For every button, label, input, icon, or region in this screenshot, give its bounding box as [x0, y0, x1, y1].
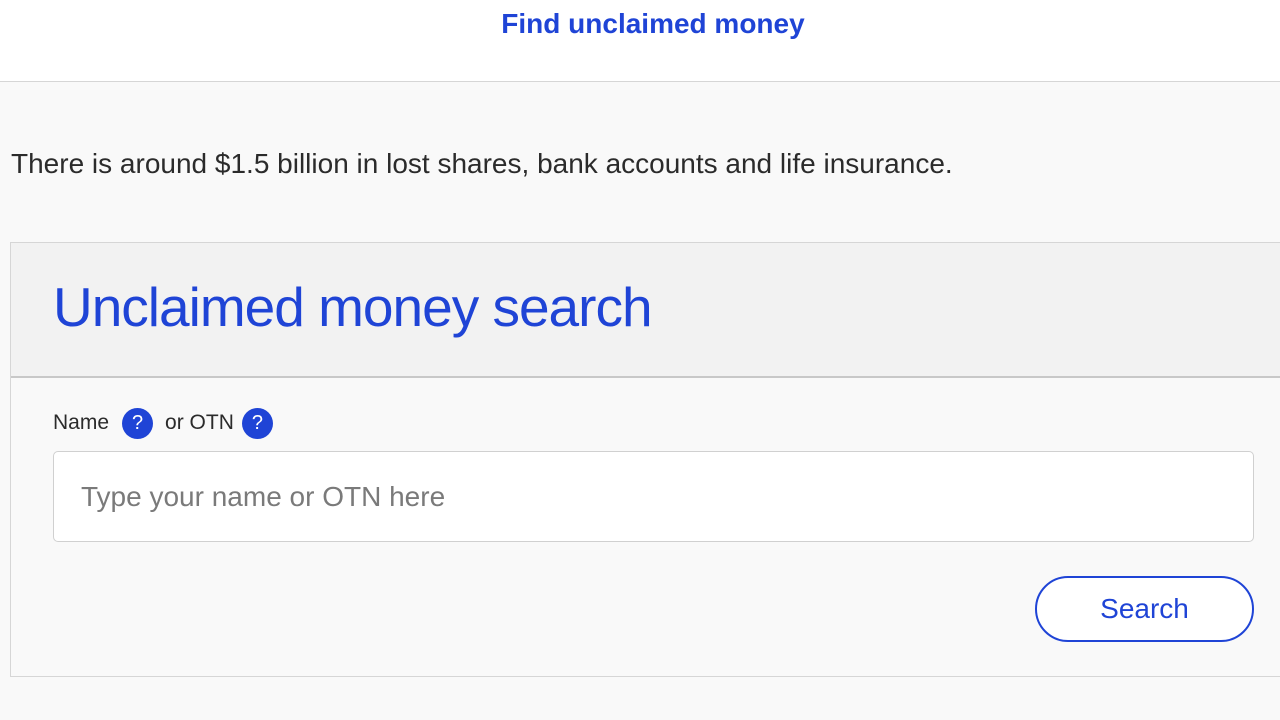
name-label: Name	[53, 411, 110, 434]
search-panel-title: Unclaimed money search	[53, 276, 653, 338]
search-panel-header: Unclaimed money search	[11, 243, 1280, 378]
search-panel: Unclaimed money search Name ? or OTN ? S…	[10, 242, 1280, 677]
search-field-label: Name ? or OTN ?	[53, 407, 273, 439]
search-button[interactable]: Search	[1035, 576, 1254, 642]
name-help-icon[interactable]: ?	[122, 407, 154, 439]
otn-help-icon[interactable]: ?	[241, 407, 273, 439]
page-title[interactable]: Find unclaimed money	[0, 8, 1280, 40]
otn-label: or OTN	[165, 411, 234, 434]
intro-text: There is around $1.5 billion in lost sha…	[11, 148, 953, 179]
name-or-otn-input[interactable]	[53, 451, 1254, 542]
site-header: Find unclaimed money	[0, 0, 1280, 82]
